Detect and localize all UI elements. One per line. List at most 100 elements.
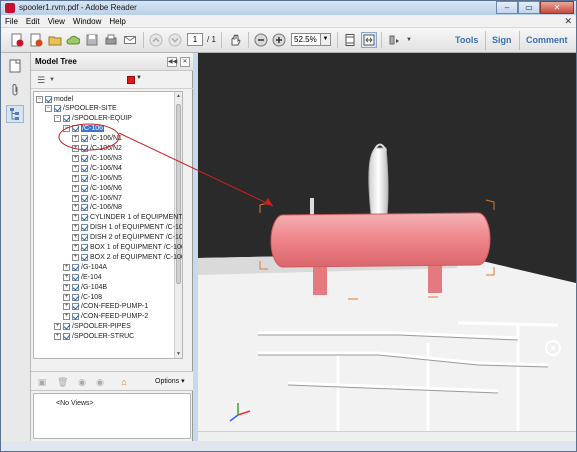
- expand-icon[interactable]: +: [63, 293, 70, 301]
- select-tool-chevron-icon[interactable]: ▼: [401, 32, 417, 48]
- zoom-out-icon[interactable]: [253, 32, 269, 48]
- zoom-dropdown-chevron-icon[interactable]: ▼: [321, 33, 331, 46]
- tree-options-chevron-icon[interactable]: ▼: [47, 75, 57, 85]
- collapse-icon[interactable]: −: [63, 125, 70, 133]
- visibility-checkbox[interactable]: [81, 194, 88, 202]
- expand-icon[interactable]: +: [72, 234, 79, 242]
- expand-icon[interactable]: +: [72, 135, 79, 143]
- visibility-checkbox[interactable]: [81, 234, 88, 242]
- viewport-horizontal-scrollbar[interactable]: [198, 431, 576, 441]
- model-tree-icon[interactable]: [6, 105, 24, 123]
- save-icon[interactable]: [84, 32, 100, 48]
- minimize-button[interactable]: –: [496, 1, 518, 14]
- visibility-checkbox[interactable]: [81, 244, 88, 251]
- visibility-checkbox[interactable]: [72, 313, 79, 321]
- tree-node[interactable]: + /G-104A: [63, 262, 107, 272]
- visibility-checkbox[interactable]: [81, 135, 88, 143]
- previous-view-icon[interactable]: ◉: [77, 377, 87, 387]
- color-chevron-icon[interactable]: ▼: [136, 75, 142, 81]
- attachments-paperclip-icon[interactable]: [6, 81, 24, 99]
- expand-icon[interactable]: +: [63, 273, 70, 281]
- tree-node[interactable]: + CYLINDER 1 of EQUIPMENT /C-106: [72, 213, 182, 223]
- 3d-scene-canvas[interactable]: [198, 53, 576, 431]
- tree-node[interactable]: + DISH 1 of EQUIPMENT /C-106: [72, 223, 182, 233]
- tree-node[interactable]: + /C-106/N1: [72, 134, 122, 144]
- fit-page-icon[interactable]: [342, 32, 358, 48]
- tree-node[interactable]: − model: [36, 94, 73, 104]
- visibility-checkbox[interactable]: [72, 273, 79, 281]
- tree-node[interactable]: + /CON-FEED-PUMP-1: [63, 302, 148, 312]
- collapse-icon[interactable]: −: [45, 105, 52, 113]
- tree-node[interactable]: + /C-106/N6: [72, 183, 122, 193]
- visibility-checkbox[interactable]: [54, 105, 61, 113]
- visibility-checkbox[interactable]: [81, 164, 88, 172]
- visibility-checkbox[interactable]: [81, 253, 88, 261]
- tree-options-icon[interactable]: ☰: [36, 75, 46, 85]
- panel-collapse-icon[interactable]: ◀◀: [167, 57, 177, 67]
- highlighted-vessel-c106[interactable]: [270, 212, 491, 268]
- tree-node[interactable]: + /C-106/N4: [72, 163, 122, 173]
- visibility-checkbox[interactable]: [81, 204, 88, 212]
- cloud-upload-icon[interactable]: [65, 32, 81, 48]
- maximize-button[interactable]: ▭: [518, 1, 540, 14]
- visibility-checkbox[interactable]: [81, 184, 88, 192]
- visibility-checkbox[interactable]: [63, 333, 70, 341]
- highlight-color-swatch[interactable]: [127, 76, 135, 84]
- expand-icon[interactable]: +: [72, 224, 79, 232]
- edit-pdf-icon[interactable]: [28, 32, 44, 48]
- menu-file[interactable]: File: [1, 17, 22, 26]
- zoom-level-input[interactable]: 52.5%: [291, 33, 321, 46]
- tree-node[interactable]: + /C-106/N3: [72, 153, 122, 163]
- expand-icon[interactable]: +: [72, 214, 79, 222]
- menu-view[interactable]: View: [44, 17, 69, 26]
- expand-icon[interactable]: +: [72, 194, 79, 202]
- open-folder-icon[interactable]: [47, 32, 63, 48]
- expand-icon[interactable]: +: [72, 154, 79, 162]
- tree-node[interactable]: − /SPOOLER-SITE: [45, 104, 117, 114]
- tree-node[interactable]: + /C-106/N7: [72, 193, 122, 203]
- expand-icon[interactable]: +: [72, 253, 79, 261]
- document-close-icon[interactable]: ✕: [564, 16, 572, 27]
- fit-width-icon[interactable]: [361, 32, 377, 48]
- home-view-icon[interactable]: ⌂: [119, 377, 129, 387]
- menu-edit[interactable]: Edit: [22, 17, 44, 26]
- tools-pane-link[interactable]: Tools: [455, 35, 478, 45]
- tree-node[interactable]: + BOX 2 of EQUIPMENT /C-106: [72, 252, 182, 262]
- collapse-icon[interactable]: −: [36, 95, 43, 103]
- sign-pane-link[interactable]: Sign: [492, 35, 512, 45]
- visibility-checkbox[interactable]: [72, 293, 79, 301]
- create-pdf-icon[interactable]: [9, 32, 25, 48]
- tree-node[interactable]: + BOX 1 of EQUIPMENT /C-106: [72, 243, 182, 253]
- page-number-input[interactable]: 1: [187, 33, 203, 46]
- menu-window[interactable]: Window: [69, 17, 105, 26]
- expand-icon[interactable]: +: [72, 244, 79, 251]
- expand-icon[interactable]: +: [72, 174, 79, 182]
- page-thumbnails-icon[interactable]: [6, 57, 24, 75]
- zoom-in-icon[interactable]: [271, 32, 287, 48]
- expand-icon[interactable]: +: [63, 303, 70, 311]
- tree-node[interactable]: + /C-106/N2: [72, 144, 122, 154]
- expand-icon[interactable]: +: [72, 164, 79, 172]
- visibility-checkbox[interactable]: [81, 174, 88, 182]
- hand-tool-icon[interactable]: [227, 32, 243, 48]
- tree-node[interactable]: + /C-106/N8: [72, 203, 122, 213]
- next-view-icon[interactable]: ◉: [95, 377, 105, 387]
- visibility-checkbox[interactable]: [45, 95, 52, 103]
- expand-icon[interactable]: +: [63, 313, 70, 321]
- tree-node[interactable]: + /CON-FEED-PUMP-2: [63, 312, 148, 322]
- tree-node[interactable]: + /E-104: [63, 272, 102, 282]
- visibility-checkbox[interactable]: [72, 303, 79, 311]
- expand-icon[interactable]: +: [72, 184, 79, 192]
- expand-icon[interactable]: +: [63, 263, 70, 271]
- visibility-checkbox[interactable]: [81, 154, 88, 162]
- tree-node[interactable]: − /C-106: [63, 124, 105, 134]
- next-page-icon[interactable]: [167, 32, 183, 48]
- visibility-checkbox[interactable]: [81, 145, 88, 152]
- expand-icon[interactable]: +: [54, 323, 61, 331]
- views-options-menu[interactable]: Options ▾: [155, 377, 185, 385]
- tree-node[interactable]: − /SPOOLER-EQUIP: [54, 114, 132, 124]
- document-viewport[interactable]: [198, 53, 576, 441]
- visibility-checkbox[interactable]: [63, 115, 70, 123]
- panel-close-icon[interactable]: ✕: [180, 57, 190, 67]
- menu-help[interactable]: Help: [105, 17, 129, 26]
